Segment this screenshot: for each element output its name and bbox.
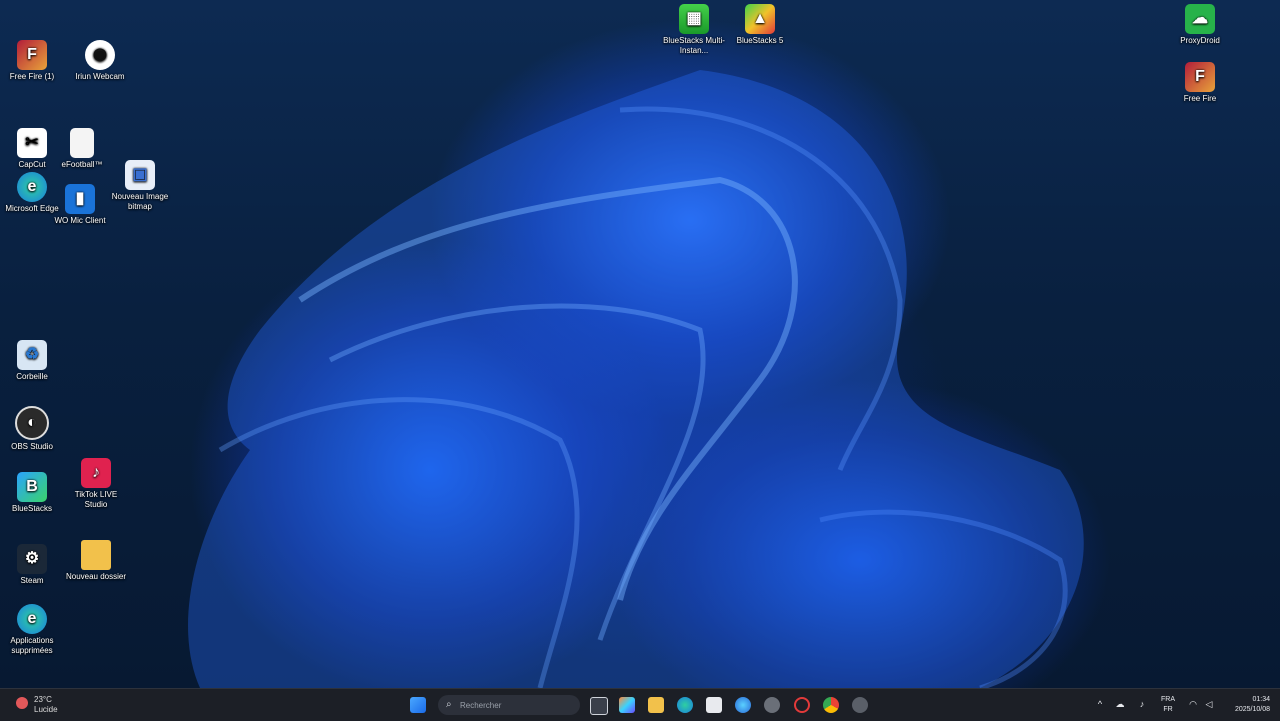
desktop-icon-efootball[interactable]: eFootball™: [50, 128, 114, 170]
desktop-icon-nouveau-image-bitmap[interactable]: ▣ Nouveau Image bitmap: [108, 160, 172, 212]
show-hidden-icons-chevron-icon[interactable]: ^: [1094, 699, 1106, 709]
desktop-icon-corbeille[interactable]: ♻ Corbeille: [0, 340, 64, 382]
desktop-icon-label: Corbeille: [16, 372, 48, 381]
desktop-icon-label: ProxyDroid: [1180, 36, 1220, 45]
free-fire-icon: F: [1185, 62, 1215, 92]
file-explorer-icon[interactable]: [648, 697, 664, 713]
microphone-icon[interactable]: ♪: [1136, 699, 1148, 709]
language-indicator[interactable]: FRA FR: [1160, 695, 1176, 715]
desktop-icon-free-fire-1[interactable]: F Free Fire (1): [0, 40, 64, 82]
task-view-icon[interactable]: [590, 697, 608, 715]
desktop-icon-obs-studio[interactable]: ◐ OBS Studio: [0, 406, 64, 452]
clock-time: 01:34: [1252, 696, 1270, 703]
bluestacks-icon: B: [17, 472, 47, 502]
settings-icon[interactable]: [764, 697, 780, 713]
desktop-icon-label: BlueStacks Multi-Instan...: [663, 36, 725, 55]
clock[interactable]: 01:34 2025/10/08: [1235, 695, 1270, 715]
desktop-icon-label: Nouveau dossier: [65, 572, 127, 581]
desktop-icon-label: eFootball™: [61, 160, 103, 169]
desktop-icon-label: Iriun Webcam: [75, 72, 125, 81]
desktop-icon-tiktok-live-studio[interactable]: ♪ TikTok LIVE Studio: [64, 458, 128, 510]
bluestacks5-icon: ▲: [745, 4, 775, 34]
search-input[interactable]: ⌕ Rechercher: [438, 695, 580, 715]
cloud-icon[interactable]: ☁: [1114, 699, 1126, 710]
desktop-icon-wo-mic-client[interactable]: ▮ WO Mic Client: [48, 184, 112, 226]
wifi-icon[interactable]: ◠: [1187, 699, 1199, 710]
search-placeholder: Rechercher: [460, 701, 502, 710]
wo-mic-icon: ▮: [65, 184, 95, 214]
bluestacks-multi-icon: ▦: [679, 4, 709, 34]
taskbar: 23°C Lucide ⌕ Rechercher ^ ☁ ♪ FRA FR ◠ …: [0, 688, 1280, 721]
proxydroid-icon: ☁: [1185, 4, 1215, 34]
desktop-icon-label: OBS Studio: [11, 442, 53, 451]
desktop-icon-label: BlueStacks 5: [736, 36, 784, 45]
volume-icon[interactable]: ◁: [1203, 699, 1215, 710]
free-fire-icon: F: [17, 40, 47, 70]
clock-date: 2025/10/08: [1234, 706, 1270, 713]
language-line2: FR: [1163, 706, 1173, 713]
desktop-wallpaper: [0, 0, 1280, 688]
desktop-icon-bluestacks-5[interactable]: ▲ BlueStacks 5: [728, 4, 792, 46]
edge-icon: e: [17, 604, 47, 634]
capcut-icon: ✂: [17, 128, 47, 158]
app-icon[interactable]: [852, 697, 868, 713]
opera-icon[interactable]: [794, 697, 810, 713]
desktop-icon-bluestacks-multi-instance[interactable]: ▦ BlueStacks Multi-Instan...: [662, 4, 726, 56]
language-line1: FRA: [1161, 696, 1175, 703]
windows-start-icon[interactable]: [410, 697, 426, 713]
desktop-icon-label: Free Fire (1): [9, 72, 55, 81]
wallpaper-bloom: [188, 70, 1084, 688]
desktop-icon-label: Free Fire: [1183, 94, 1217, 103]
desktop-icon-steam[interactable]: ⚙ Steam: [0, 544, 64, 586]
iriun-webcam-icon: ◉: [85, 40, 115, 70]
desktop-icon-label: Applications supprimées: [10, 636, 54, 655]
obs-icon: ◐: [15, 406, 49, 440]
desktop-icon-free-fire[interactable]: F Free Fire: [1168, 62, 1232, 104]
weather-condition: Lucide: [34, 705, 58, 714]
desktop-icon-label: TikTok LIVE Studio: [74, 490, 118, 509]
file-icon: [70, 128, 94, 158]
edge-icon: e: [17, 172, 47, 202]
weather-icon: [16, 697, 28, 709]
desktop-icon-bluestacks[interactable]: B BlueStacks: [0, 472, 64, 514]
folder-icon: [81, 540, 111, 570]
store-icon[interactable]: [706, 697, 722, 713]
desktop-icon-label: Nouveau Image bitmap: [111, 192, 169, 211]
recycle-bin-icon: ♻: [17, 340, 47, 370]
edge-dev-icon[interactable]: [735, 697, 751, 713]
search-icon: ⌕: [446, 699, 452, 710]
desktop-icon-label: WO Mic Client: [54, 216, 106, 225]
desktop-icon-proxydroid[interactable]: ☁ ProxyDroid: [1168, 4, 1232, 46]
desktop-icon-nouveau-dossier[interactable]: Nouveau dossier: [64, 540, 128, 582]
desktop-icon-iriun-webcam[interactable]: ◉ Iriun Webcam: [68, 40, 132, 82]
bitmap-icon: ▣: [125, 160, 155, 190]
copilot-icon[interactable]: [619, 697, 635, 713]
desktop-icon-label: Steam: [20, 576, 44, 585]
weather-temp: 23°C: [34, 695, 52, 704]
edge-icon[interactable]: [677, 697, 693, 713]
desktop-icon-label: BlueStacks: [11, 504, 53, 513]
tiktok-icon: ♪: [81, 458, 111, 488]
desktop-icon-applications-supprimees[interactable]: e Applications supprimées: [0, 604, 64, 656]
chrome-icon[interactable]: [823, 697, 839, 713]
steam-icon: ⚙: [17, 544, 47, 574]
